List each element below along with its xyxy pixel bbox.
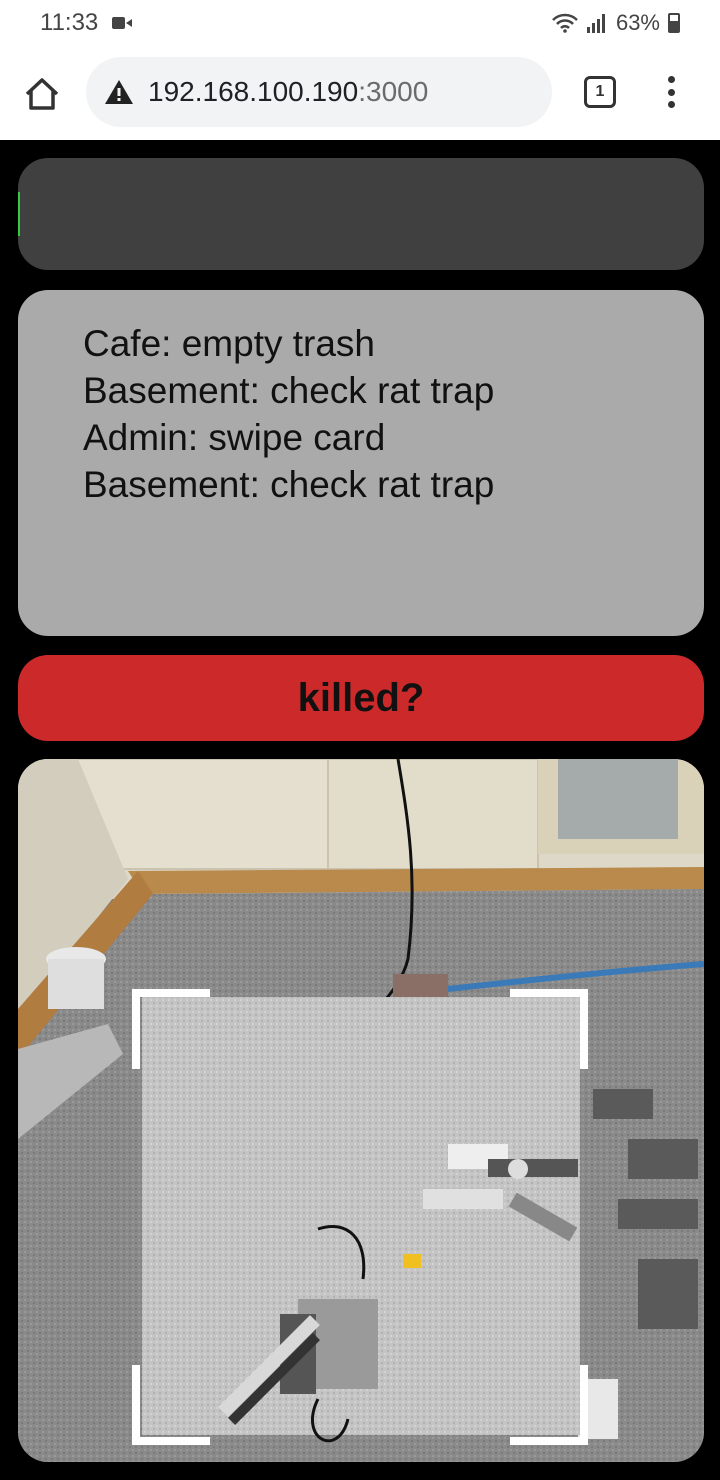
url-text: 192.168.100.190:3000 xyxy=(148,76,428,108)
text-cursor xyxy=(18,192,20,236)
task-item: Cafe: empty trash xyxy=(83,323,376,364)
warning-icon[interactable] xyxy=(104,78,134,106)
status-bar: 11:33 63% xyxy=(0,0,720,46)
camera-feed-image xyxy=(18,759,704,1462)
battery-percent: 63% xyxy=(615,10,660,35)
task-item: Basement: check rat trap xyxy=(83,464,495,505)
url-bar[interactable]: 192.168.100.190:3000 xyxy=(86,57,552,127)
killed-button[interactable]: killed? xyxy=(18,655,704,741)
killed-button-label: killed? xyxy=(297,675,425,720)
battery-icon xyxy=(668,13,680,33)
signal-icon xyxy=(586,14,605,33)
tab-count: 1 xyxy=(595,83,605,100)
url-host: 192.168.100.190 xyxy=(148,76,359,107)
camera-viewfinder[interactable] xyxy=(18,759,704,1462)
wifi-icon xyxy=(552,13,578,33)
url-port: :3000 xyxy=(358,76,429,107)
browser-toolbar: 192.168.100.190:3000 1 xyxy=(0,46,720,140)
tabs-button[interactable]: 1 xyxy=(584,76,616,108)
more-vert-icon[interactable] xyxy=(656,72,686,112)
video-camera-icon xyxy=(112,17,133,29)
home-button[interactable] xyxy=(22,74,62,114)
home-icon xyxy=(25,78,59,110)
input-panel[interactable] xyxy=(18,158,704,270)
status-time: 11:33 xyxy=(40,9,99,36)
task-item: Basement: check rat trap xyxy=(83,370,495,411)
task-item: Admin: swipe card xyxy=(83,417,386,458)
task-list: Cafe: empty trash Basement: check rat tr… xyxy=(18,290,704,636)
